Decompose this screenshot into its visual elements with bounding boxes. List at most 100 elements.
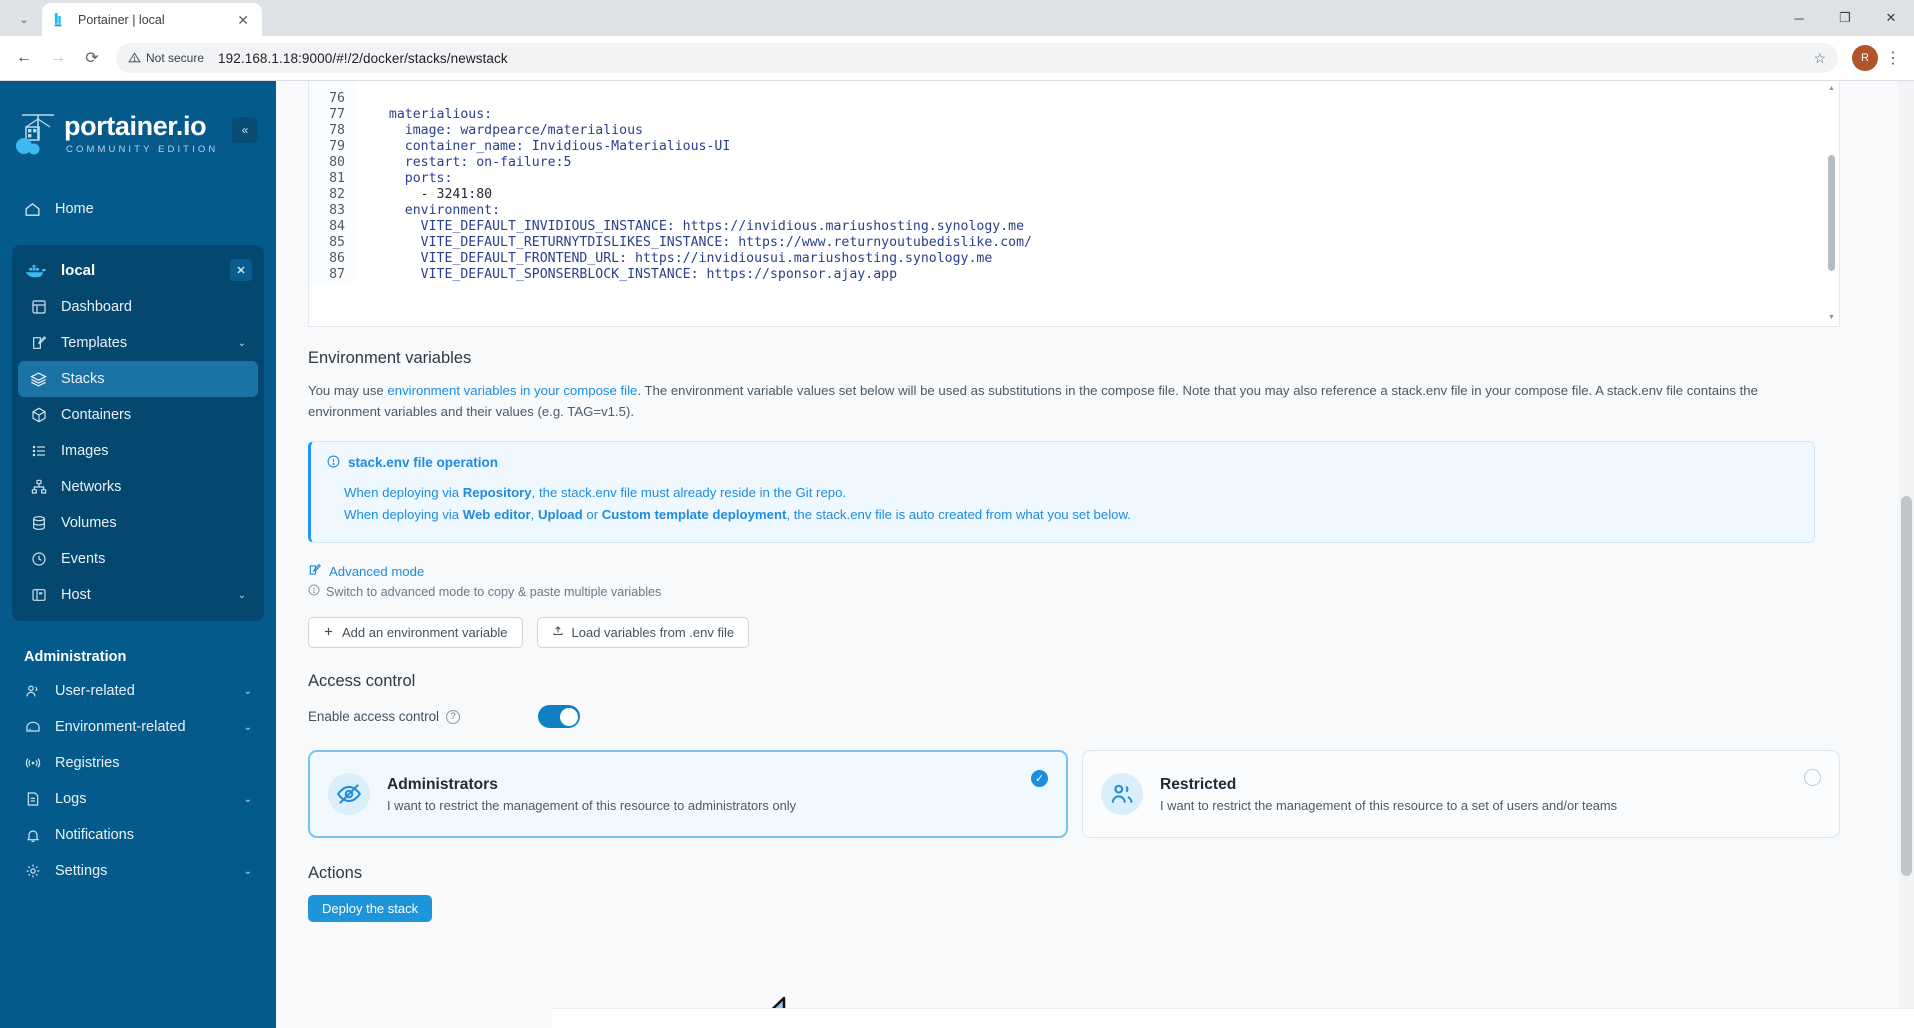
- security-indicator[interactable]: Not secure: [128, 51, 212, 66]
- code-line: VITE_DEFAULT_RETURNYTDISLIKES_INSTANCE: …: [373, 235, 1839, 251]
- chevron-down-icon[interactable]: ⌄: [238, 338, 246, 349]
- sidebar-environment-header[interactable]: local ✕: [12, 251, 264, 289]
- scroll-down-arrow-icon[interactable]: ▼: [1828, 314, 1835, 321]
- code-line: VITE_DEFAULT_INVIDIOUS_INSTANCE: https:/…: [373, 219, 1839, 235]
- editor-scroll-thumb[interactable]: [1828, 155, 1835, 271]
- bookmark-star-icon[interactable]: ☆: [1813, 50, 1826, 67]
- editor-code-area[interactable]: 76 77 78 79 80 81 82 83 84 85 86: [309, 81, 1839, 283]
- sidebar-item-environment-related[interactable]: Environment-related ⌄: [12, 709, 264, 745]
- code-line: environment:: [373, 203, 1839, 219]
- info-box-line-1: When deploying via Repository, the stack…: [327, 482, 1796, 505]
- browser-tab[interactable]: Portainer | local ✕: [42, 3, 262, 36]
- bell-icon: [24, 827, 41, 844]
- sidebar-item-user-related[interactable]: User-related ⌄: [12, 673, 264, 709]
- sidebar-item-notifications[interactable]: Notifications: [12, 817, 264, 853]
- sidebar-item-label: Containers: [61, 407, 131, 423]
- window-close-button[interactable]: ✕: [1868, 0, 1914, 36]
- sidebar-item-stacks[interactable]: Stacks: [18, 361, 258, 397]
- sidebar-nav-top: Home: [0, 169, 276, 227]
- access-card-subtitle: I want to restrict the management of thi…: [387, 798, 796, 813]
- info-box-title-row: stack.env file operation: [327, 455, 1796, 471]
- sidebar-environment-close-icon[interactable]: ✕: [230, 259, 252, 281]
- sidebar-item-label: Images: [61, 443, 109, 459]
- profile-avatar[interactable]: R: [1852, 45, 1878, 71]
- sidebar-item-settings[interactable]: Settings ⌄: [12, 853, 264, 889]
- chevron-down-icon[interactable]: ⌄: [244, 866, 252, 877]
- gear-icon: [24, 863, 41, 880]
- access-card-radio-selected[interactable]: ✓: [1031, 770, 1048, 787]
- line-number: 81: [309, 171, 345, 187]
- access-card-administrators[interactable]: Administrators I want to restrict the ma…: [308, 750, 1068, 838]
- security-label: Not secure: [146, 51, 204, 65]
- scroll-up-arrow-icon[interactable]: ▲: [1828, 85, 1835, 92]
- access-card-text-administrators: Administrators I want to restrict the ma…: [387, 776, 796, 813]
- logs-icon: [24, 791, 41, 808]
- docker-whale-icon: [24, 262, 48, 279]
- reload-button[interactable]: ⟳: [76, 42, 108, 74]
- sidebar-item-label: Volumes: [61, 515, 117, 531]
- browser-menu-icon[interactable]: ⋮: [1880, 48, 1906, 68]
- sidebar-item-logs[interactable]: Logs ⌄: [12, 781, 264, 817]
- users-icon: [24, 683, 41, 700]
- line-number: 83: [309, 203, 345, 219]
- sidebar-item-home[interactable]: Home: [12, 191, 264, 227]
- images-icon: [30, 443, 47, 460]
- back-button[interactable]: ←: [8, 42, 40, 74]
- sidebar-brand: portainer.io COMMUNITY EDITION «: [0, 81, 276, 169]
- access-card-restricted[interactable]: Restricted I want to restrict the manage…: [1082, 750, 1840, 838]
- desc-pre: You may use: [308, 383, 387, 398]
- portainer-logo-icon: [14, 109, 60, 159]
- sidebar-item-events[interactable]: Events: [18, 541, 258, 577]
- page-viewport: portainer.io COMMUNITY EDITION « Home: [0, 81, 1914, 1028]
- environment-icon: [24, 719, 41, 736]
- sidebar-item-templates[interactable]: Templates ⌄: [18, 325, 258, 361]
- line2-custom-template: Custom template deployment: [602, 507, 787, 522]
- actions-title: Actions: [308, 864, 1840, 883]
- sidebar-collapse-button[interactable]: «: [232, 117, 258, 143]
- events-clock-icon: [30, 551, 47, 568]
- compose-editor[interactable]: 76 77 78 79 80 81 82 83 84 85 86: [308, 81, 1840, 327]
- sidebar-item-containers[interactable]: Containers: [18, 397, 258, 433]
- tab-close-icon[interactable]: ✕: [234, 11, 252, 29]
- address-bar[interactable]: Not secure 192.168.1.18:9000/#!/2/docker…: [116, 43, 1838, 73]
- editor-code-text[interactable]: materialious: image: wardpearce/material…: [355, 81, 1839, 283]
- sidebar-item-networks[interactable]: Networks: [18, 469, 258, 505]
- sidebar-item-volumes[interactable]: Volumes: [18, 505, 258, 541]
- enable-access-control-label: Enable access control: [308, 709, 439, 724]
- line2-upload: Upload: [538, 507, 583, 522]
- load-env-file-button[interactable]: Load variables from .env file: [537, 617, 750, 648]
- access-card-title: Administrators: [387, 776, 796, 794]
- line2-sep2: or: [583, 507, 602, 522]
- chevron-down-icon[interactable]: ⌄: [244, 722, 252, 733]
- sidebar-item-host[interactable]: Host ⌄: [18, 577, 258, 613]
- window-minimize-button[interactable]: ─: [1776, 0, 1822, 36]
- editor-scrollbar[interactable]: ▲ ▼: [1828, 87, 1835, 319]
- page-scroll-thumb[interactable]: [1901, 496, 1912, 876]
- sidebar-item-images[interactable]: Images: [18, 433, 258, 469]
- chevron-down-icon[interactable]: ⌄: [244, 794, 252, 805]
- plus-icon: [323, 625, 334, 640]
- tab-search-chevron-icon[interactable]: ⌄: [10, 5, 38, 33]
- deploy-the-stack-button[interactable]: Deploy the stack: [308, 895, 432, 922]
- sidebar-item-registries[interactable]: Registries: [12, 745, 264, 781]
- advanced-mode-toggle[interactable]: Advanced mode: [308, 563, 1840, 580]
- sidebar-item-dashboard[interactable]: Dashboard: [18, 289, 258, 325]
- code-line: ports:: [373, 171, 1839, 187]
- page-scrollbar[interactable]: [1899, 81, 1914, 1028]
- access-card-radio-unselected[interactable]: [1804, 769, 1821, 786]
- chevron-down-icon[interactable]: ⌄: [238, 590, 246, 601]
- enable-access-control-switch[interactable]: [538, 705, 580, 728]
- brand-subtitle: COMMUNITY EDITION: [64, 144, 218, 155]
- sidebar-environment-group: local ✕ Dashboard: [12, 245, 264, 621]
- window-maximize-button[interactable]: ❐: [1822, 0, 1868, 36]
- sidebar-item-label: Notifications: [55, 827, 134, 843]
- forward-button[interactable]: →: [42, 42, 74, 74]
- compose-env-vars-link[interactable]: environment variables in your compose fi…: [387, 383, 637, 398]
- code-line: VITE_DEFAULT_FRONTEND_URL: https://invid…: [373, 251, 1839, 267]
- chevron-down-icon[interactable]: ⌄: [244, 686, 252, 697]
- sidebar-item-label: Networks: [61, 479, 121, 495]
- browser-tabstrip: ⌄ Portainer | local ✕ ─ ❐ ✕: [0, 0, 1914, 36]
- question-circle-icon[interactable]: ?: [446, 710, 460, 724]
- add-environment-variable-button[interactable]: Add an environment variable: [308, 617, 523, 648]
- sidebar-item-label: Settings: [55, 863, 107, 879]
